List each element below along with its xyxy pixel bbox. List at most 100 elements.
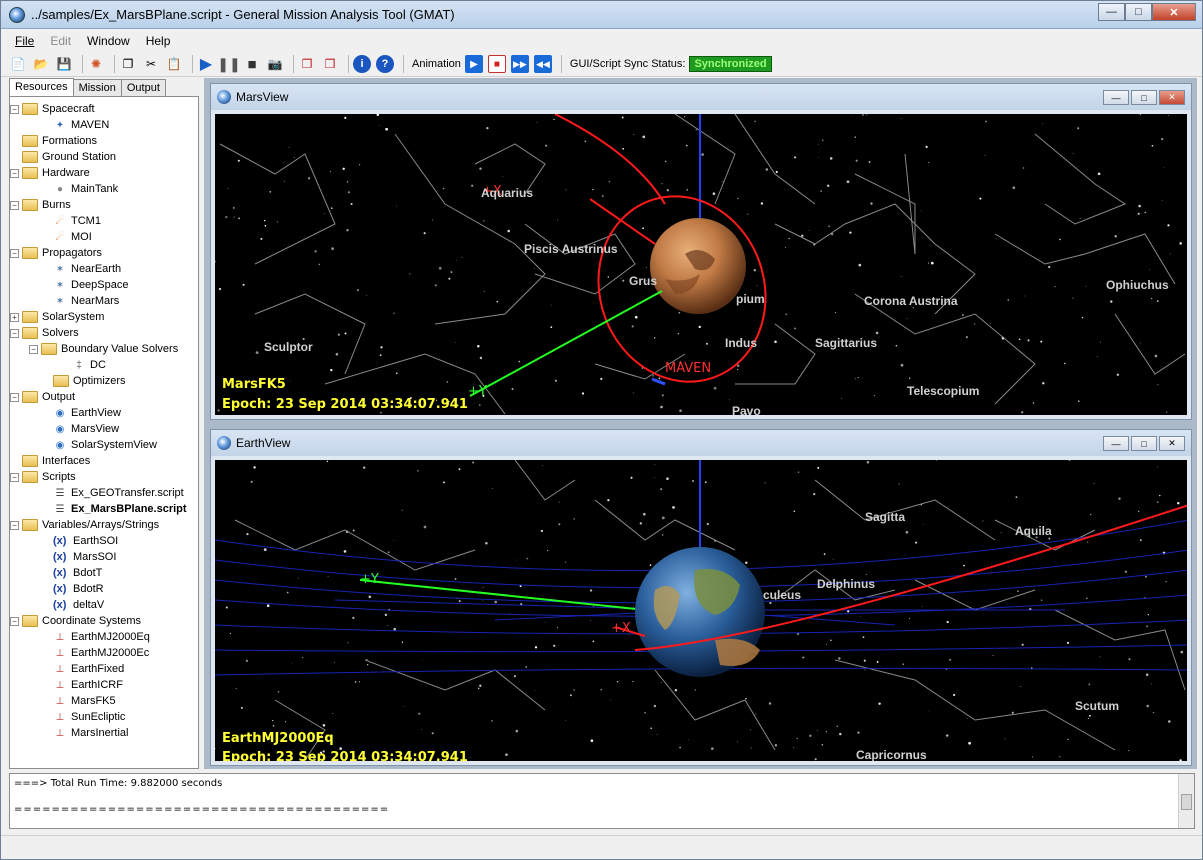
output-scrollbar[interactable] xyxy=(1178,774,1194,828)
run-icon[interactable]: ▶ xyxy=(197,55,215,73)
collapse-icon[interactable]: − xyxy=(10,472,19,482)
expand-icon[interactable]: + xyxy=(10,312,19,322)
animation-slower-icon[interactable]: ◀◀ xyxy=(533,55,552,73)
cut-icon[interactable]: ✂ xyxy=(142,55,160,73)
tree-item[interactable]: (x) BdotT xyxy=(41,565,102,581)
tab-output[interactable]: Output xyxy=(120,79,166,96)
close-button[interactable]: ✕ xyxy=(1152,3,1196,21)
web-icon[interactable]: ✺ xyxy=(87,55,105,73)
tree-item[interactable]: ☄ TCM1 xyxy=(41,213,101,229)
new-script-icon[interactable]: 📄 xyxy=(9,55,27,73)
scrollbar-thumb[interactable] xyxy=(1181,794,1192,810)
tree-item-label: MarsSOI xyxy=(73,551,117,563)
menu-file[interactable]: File xyxy=(15,34,34,48)
marsview-close-button[interactable]: ✕ xyxy=(1159,90,1185,105)
tree-item[interactable]: − Boundary Value Solvers xyxy=(29,341,178,357)
info-icon[interactable]: i xyxy=(353,55,371,73)
tree-item[interactable]: Optimizers xyxy=(41,373,126,389)
menu-window[interactable]: Window xyxy=(87,34,130,48)
minimize-button[interactable]: — xyxy=(1098,3,1125,21)
tree-item[interactable]: ⊥ EarthMJ2000Ec xyxy=(41,645,150,661)
tree-item[interactable]: ⊥ EarthMJ2000Eq xyxy=(41,629,150,645)
tree-item[interactable]: − Output xyxy=(10,389,75,405)
tab-resources[interactable]: Resources xyxy=(9,78,74,96)
tree-item[interactable]: ☰ Ex_GEOTransfer.script xyxy=(41,485,184,501)
menu-edit[interactable]: Edit xyxy=(50,34,71,48)
tree-item[interactable]: ● MainTank xyxy=(41,181,118,197)
collapse-icon[interactable]: − xyxy=(10,200,19,210)
close-children-icon[interactable]: ❒ xyxy=(298,55,316,73)
collapse-icon[interactable]: − xyxy=(10,616,19,626)
menu-help[interactable]: Help xyxy=(146,34,171,48)
tree-item[interactable]: (x) MarsSOI xyxy=(41,549,116,565)
save-icon[interactable]: 💾 xyxy=(55,55,73,73)
tree-item[interactable]: ◉ EarthView xyxy=(41,405,121,421)
tree-item[interactable]: ⊥ EarthICRF xyxy=(41,677,123,693)
tree-item[interactable]: ✦ MAVEN xyxy=(41,117,110,133)
earthview-maximize-button[interactable]: □ xyxy=(1131,436,1157,451)
earthview-close-button[interactable]: ✕ xyxy=(1159,436,1185,451)
tree-item[interactable]: (x) BdotR xyxy=(41,581,104,597)
tree-item[interactable]: − Scripts xyxy=(10,469,76,485)
screenshot-icon[interactable]: 📷 xyxy=(266,55,284,73)
marsview-epoch-label: Epoch: 23 Sep 2014 03:34:07.941 xyxy=(222,397,468,412)
stop-icon[interactable]: ■ xyxy=(243,55,261,73)
tree-item[interactable]: ✶ DeepSpace xyxy=(41,277,129,293)
marsview-canvas[interactable]: +X +Y MAVEN Aquarius Piscis Austrinus Gr… xyxy=(215,114,1187,415)
tree-item[interactable]: Formations xyxy=(22,133,97,149)
constellation-label: Sagittarius xyxy=(815,336,878,350)
message-output-pane[interactable]: ===> Total Run Time: 9.882000 seconds ==… xyxy=(9,773,1195,829)
marsview-minimize-button[interactable]: — xyxy=(1103,90,1129,105)
paste-icon[interactable]: 📋 xyxy=(165,55,183,73)
earthview-canvas[interactable]: +Y +X Sagitta Aquila Delphinus culeus Sc… xyxy=(215,460,1187,761)
tree-item[interactable]: ◉ MarsView xyxy=(41,421,119,437)
earthview-x-axis-label: +X xyxy=(611,621,631,636)
tree-item-label: MAVEN xyxy=(71,119,110,131)
collapse-icon[interactable]: − xyxy=(10,392,19,402)
tree-item[interactable]: (x) deltaV xyxy=(41,597,104,613)
tree-item[interactable]: − Solvers xyxy=(10,325,79,341)
collapse-icon[interactable]: − xyxy=(10,104,19,114)
tab-mission[interactable]: Mission xyxy=(72,79,122,96)
open-icon[interactable]: 📂 xyxy=(32,55,50,73)
animation-faster-icon[interactable]: ▶▶ xyxy=(510,55,529,73)
tree-item[interactable]: ☄ MOI xyxy=(41,229,92,245)
tree-item[interactable]: ⊥ SunEcliptic xyxy=(41,709,126,725)
copy-icon[interactable]: ❐ xyxy=(119,55,137,73)
earthview-coord-system-label: EarthMJ2000Eq xyxy=(222,731,334,746)
pause-icon[interactable]: ❚❚ xyxy=(217,55,240,73)
help-icon[interactable]: ? xyxy=(376,55,394,73)
tree-item[interactable]: ✶ NearEarth xyxy=(41,261,121,277)
propagator-icon: ✶ xyxy=(55,263,65,275)
close-all-icon[interactable]: ❒ xyxy=(321,55,339,73)
tree-item[interactable]: − Spacecraft xyxy=(10,101,95,117)
tree-item[interactable]: ☰ Ex_MarsBPlane.script xyxy=(41,501,187,517)
maximize-button[interactable]: □ xyxy=(1125,3,1152,21)
earthview-minimize-button[interactable]: — xyxy=(1103,436,1129,451)
marsview-maximize-button[interactable]: □ xyxy=(1131,90,1157,105)
animation-play-icon[interactable]: ▶ xyxy=(464,55,483,73)
tree-item[interactable]: − Coordinate Systems xyxy=(10,613,141,629)
collapse-icon[interactable]: − xyxy=(10,328,19,338)
tree-item[interactable]: − Burns xyxy=(10,197,71,213)
tree-item[interactable]: ◉ SolarSystemView xyxy=(41,437,157,453)
tree-item[interactable]: ⊥ EarthFixed xyxy=(41,661,125,677)
tree-item[interactable]: ⊥ MarsFK5 xyxy=(41,693,116,709)
tree-item[interactable]: ‡ DC xyxy=(60,357,106,373)
folder-icon xyxy=(22,151,38,163)
collapse-icon[interactable]: − xyxy=(10,520,19,530)
collapse-icon[interactable]: − xyxy=(10,168,19,178)
solver-icon: ‡ xyxy=(76,359,82,371)
tree-item[interactable]: − Variables/Arrays/Strings xyxy=(10,517,159,533)
tree-item[interactable]: ⊥ MarsInertial xyxy=(41,725,129,741)
tree-item[interactable]: ✶ NearMars xyxy=(41,293,120,309)
tree-item[interactable]: Interfaces xyxy=(22,453,90,469)
tree-item[interactable]: Ground Station xyxy=(22,149,116,165)
tree-item[interactable]: − Propagators xyxy=(10,245,102,261)
animation-stop-icon[interactable]: ■ xyxy=(487,55,506,73)
tree-item[interactable]: + SolarSystem xyxy=(10,309,104,325)
collapse-icon[interactable]: − xyxy=(10,248,19,258)
tree-item[interactable]: (x) EarthSOI xyxy=(41,533,118,549)
tree-item[interactable]: − Hardware xyxy=(10,165,90,181)
collapse-icon[interactable]: − xyxy=(29,344,38,354)
